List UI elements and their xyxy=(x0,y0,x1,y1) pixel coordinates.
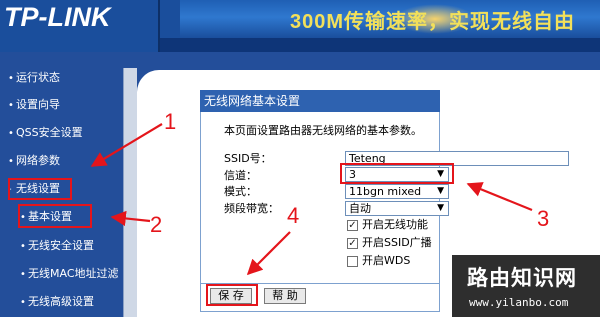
callout-number-2: 2 xyxy=(150,212,163,237)
sidebar-item-label: 无线高级设置 xyxy=(28,295,94,308)
channel-label: 信道： xyxy=(224,169,257,182)
triangle-down-icon: ▼ xyxy=(437,203,444,213)
callout-number-1: 1 xyxy=(164,109,177,134)
bandwidth-select[interactable]: 自动 ▼ xyxy=(345,201,449,216)
sidebar-item-label: 运行状态 xyxy=(16,71,60,84)
sidebar-item-label: 无线MAC地址过滤 xyxy=(28,267,119,280)
sidebar-item-advanced[interactable]: • 无线高级设置 xyxy=(20,295,94,310)
ssid-broadcast-checkbox[interactable]: ✓ xyxy=(347,238,358,249)
highlight-save xyxy=(206,284,258,306)
enable-wireless-checkbox[interactable]: ✓ xyxy=(347,220,358,231)
header: TP-LINK 300M传输速率，实现无线自由 xyxy=(0,0,600,52)
watermark-title: 路由知识网 xyxy=(467,266,577,290)
checkmark-icon: ✓ xyxy=(348,220,357,231)
sidebar-item-wireless-security[interactable]: • 无线安全设置 xyxy=(20,239,94,254)
triangle-down-icon: ▼ xyxy=(437,186,444,196)
sidebar-item-label: QSS安全设置 xyxy=(16,126,83,139)
sidebar-item-label: 网络参数 xyxy=(16,154,60,167)
mode-select[interactable]: 11bgn mixed ▼ xyxy=(345,184,449,199)
highlight-channel xyxy=(340,163,454,184)
sidebar-item-wizard[interactable]: • 设置向导 xyxy=(8,98,60,113)
logo-box: TP-LINK xyxy=(0,0,158,52)
sidebar-item-qss[interactable]: • QSS安全设置 xyxy=(8,126,83,141)
sidebar-item-label: 无线安全设置 xyxy=(28,239,94,252)
mode-label: 模式： xyxy=(224,185,257,198)
highlight-basic-settings xyxy=(18,204,92,228)
sidebar-item-label: 设置向导 xyxy=(16,98,60,111)
sidebar-item-network[interactable]: • 网络参数 xyxy=(8,154,60,169)
checkmark-icon: ✓ xyxy=(348,238,357,249)
wds-checkbox[interactable] xyxy=(347,256,358,267)
banner-slogan: 300M传输速率，实现无线自由 xyxy=(290,11,576,33)
header-band xyxy=(160,38,600,52)
bandwidth-label: 频段带宽： xyxy=(224,202,279,215)
callout-number-3: 3 xyxy=(537,206,550,231)
sidebar-scrollbar[interactable] xyxy=(123,68,137,317)
ssid-broadcast-label: 开启SSID广播 xyxy=(362,236,432,249)
watermark-url: www.yilanbo.com xyxy=(469,296,569,309)
sidebar-item-mac-filter[interactable]: • 无线MAC地址过滤 xyxy=(20,267,119,282)
help-button[interactable]: 帮 助 xyxy=(264,288,306,304)
highlight-wireless-settings xyxy=(8,178,72,200)
bandwidth-value: 自动 xyxy=(349,202,371,215)
panel-description: 本页面设置路由器无线网络的基本参数。 xyxy=(224,124,422,137)
panel-title: 无线网络基本设置 xyxy=(200,90,440,112)
callout-number-4: 4 xyxy=(287,203,300,228)
sidebar-item-status[interactable]: • 运行状态 xyxy=(8,71,60,86)
wds-label: 开启WDS xyxy=(362,254,411,267)
mode-value: 11bgn mixed xyxy=(349,185,422,198)
ssid-label: SSID号： xyxy=(224,152,272,165)
enable-wireless-label: 开启无线功能 xyxy=(362,218,428,231)
tp-link-logo: TP-LINK xyxy=(4,2,111,32)
